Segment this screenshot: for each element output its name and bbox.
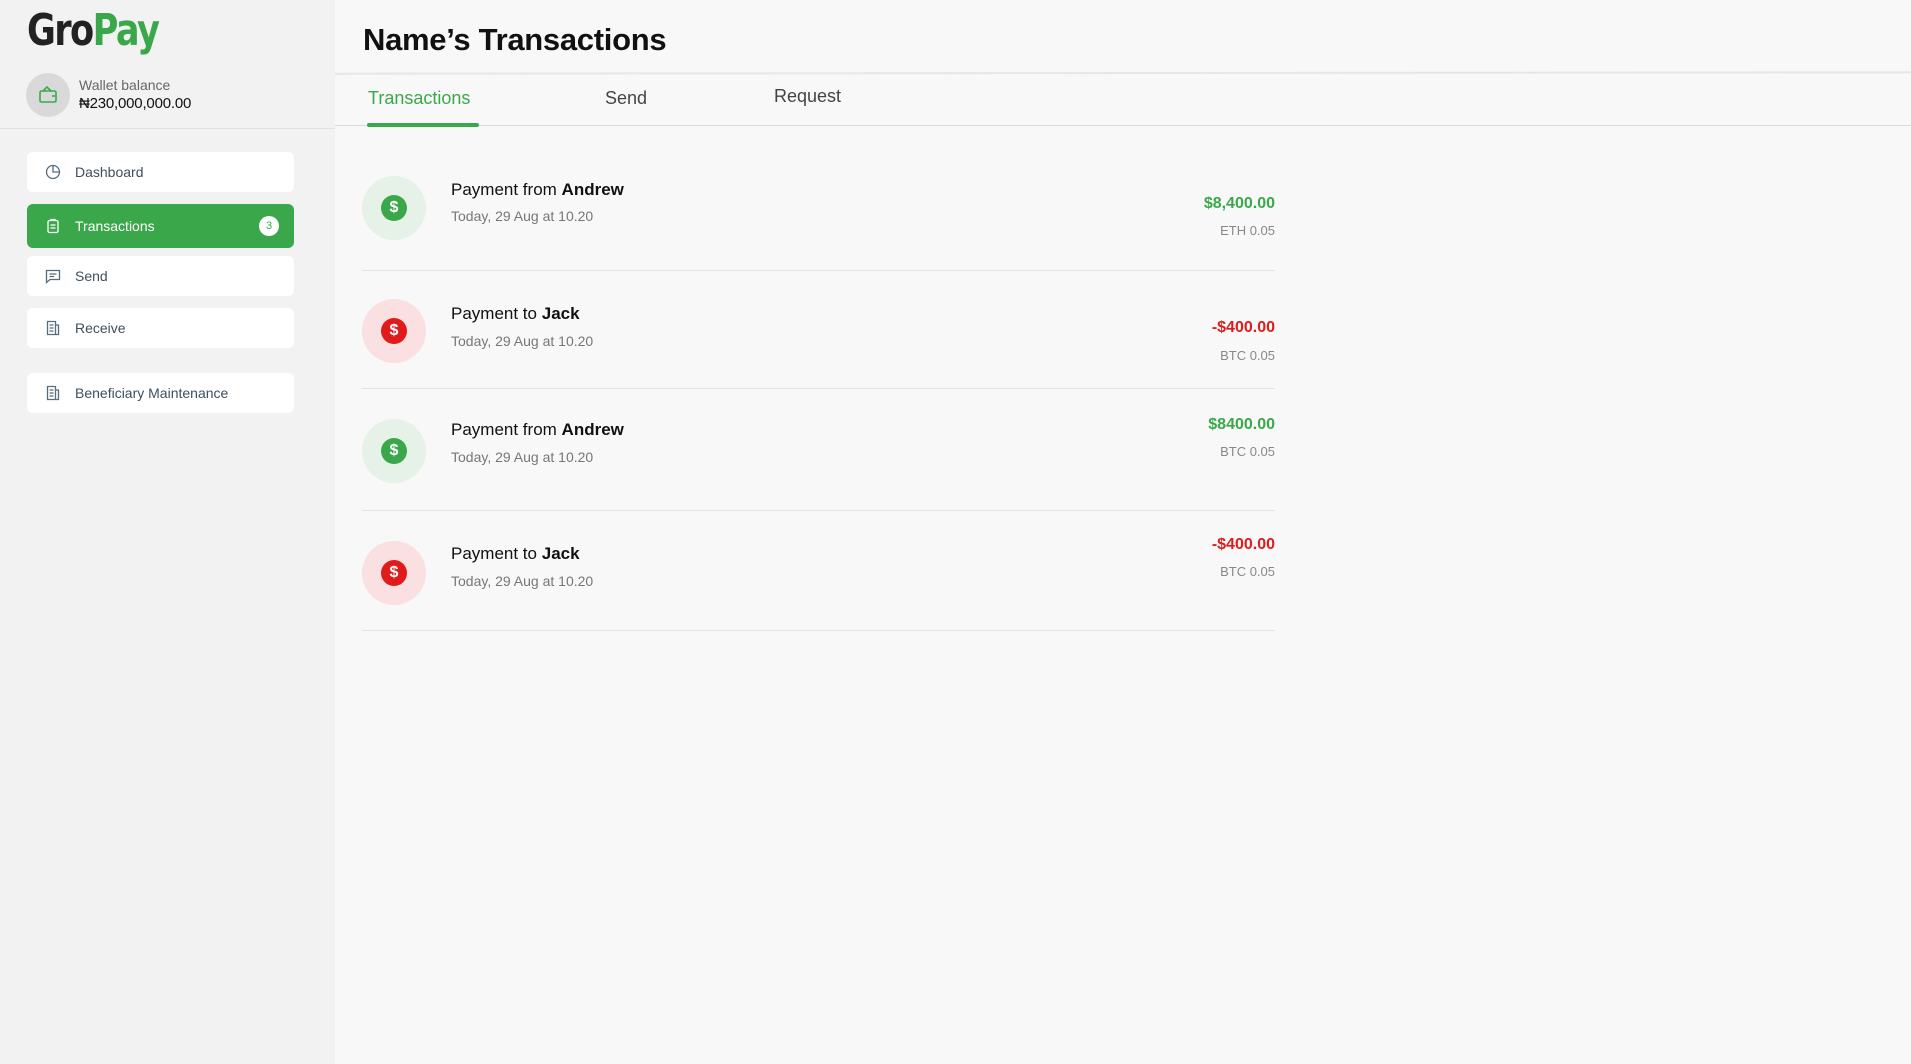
transaction-amount: -$400.00	[1211, 319, 1275, 336]
dollar-coin-icon: $	[362, 541, 426, 605]
transaction-crypto: BTC 0.05	[1220, 348, 1275, 363]
active-tab-indicator	[367, 123, 479, 127]
wallet-balance-label: Wallet balance	[79, 77, 171, 93]
transaction-row[interactable]: $ Payment from Andrew Today, 29 Aug at 1…	[362, 389, 1275, 511]
transaction-party: Andrew	[561, 180, 624, 199]
transaction-party: Jack	[541, 304, 580, 323]
dollar-coin-icon: $	[362, 176, 426, 240]
sidebar-item-label: Send	[75, 268, 108, 284]
tab-request[interactable]: Request	[774, 86, 841, 107]
logo-text-accent: Pay	[92, 5, 160, 56]
transaction-party: Andrew	[561, 420, 624, 439]
sidebar-item-label: Beneficiary Maintenance	[75, 385, 229, 401]
sidebar-item-dashboard[interactable]: Dashboard	[27, 152, 294, 192]
transaction-row[interactable]: $ Payment from Andrew Today, 29 Aug at 1…	[362, 150, 1275, 271]
logo-text-primary: Gro	[27, 5, 94, 56]
transaction-row[interactable]: $ Payment to Jack Today, 29 Aug at 10.20…	[362, 271, 1275, 389]
transaction-amount: $8,400.00	[1203, 195, 1275, 212]
sidebar-item-label: Receive	[75, 320, 126, 336]
transaction-crypto: ETH 0.05	[1220, 223, 1275, 238]
sidebar-item-beneficiary-maintenance[interactable]: Beneficiary Maintenance	[27, 373, 294, 413]
sidebar-item-send[interactable]: Send	[27, 256, 294, 296]
transaction-date: Today, 29 Aug at 10.20	[451, 208, 594, 224]
wallet-balance-value: ₦230,000,000.00	[79, 95, 192, 112]
transaction-title: Payment to Jack	[451, 544, 580, 563]
app-logo[interactable]: GroPay	[27, 4, 160, 58]
transaction-date: Today, 29 Aug at 10.20	[451, 449, 594, 465]
tabs-divider	[335, 125, 1911, 126]
transaction-party: Jack	[541, 544, 580, 563]
pie-chart-icon	[44, 163, 62, 181]
main-content: Name’s Transactions Transactions Send Re…	[334, 0, 1911, 1064]
transaction-title: Payment from Andrew	[451, 180, 624, 199]
transaction-date: Today, 29 Aug at 10.20	[451, 573, 594, 589]
sidebar: GroPay Wallet balance ₦230,000,000.00 Da…	[0, 0, 335, 1064]
transaction-title: Payment to Jack	[451, 304, 580, 323]
document-icon	[44, 384, 62, 402]
transaction-title: Payment from Andrew	[451, 420, 624, 439]
clipboard-icon	[44, 217, 62, 235]
transaction-date: Today, 29 Aug at 10.20	[451, 333, 594, 349]
transaction-amount: -$400.00	[1211, 536, 1275, 553]
sidebar-divider	[0, 128, 335, 129]
dollar-coin-icon: $	[362, 419, 426, 483]
dollar-coin-icon: $	[362, 299, 426, 363]
document-icon	[44, 319, 62, 337]
transaction-crypto: BTC 0.05	[1220, 444, 1275, 459]
tab-transactions[interactable]: Transactions	[368, 88, 470, 109]
message-icon	[44, 267, 62, 285]
sidebar-item-transactions[interactable]: Transactions 3	[27, 204, 294, 248]
header-divider	[334, 71, 1911, 75]
transactions-count-badge: 3	[259, 216, 279, 236]
transaction-crypto: BTC 0.05	[1220, 564, 1275, 579]
wallet-balance: Wallet balance ₦230,000,000.00	[26, 72, 191, 118]
wallet-icon	[26, 73, 70, 117]
sidebar-item-receive[interactable]: Receive	[27, 308, 294, 348]
transaction-row[interactable]: $ Payment to Jack Today, 29 Aug at 10.20…	[362, 511, 1275, 631]
tab-send[interactable]: Send	[605, 88, 647, 109]
transaction-amount: $8400.00	[1208, 416, 1275, 433]
page-title: Name’s Transactions	[363, 22, 667, 57]
sidebar-item-label: Transactions	[75, 218, 155, 234]
sidebar-item-label: Dashboard	[75, 164, 144, 180]
